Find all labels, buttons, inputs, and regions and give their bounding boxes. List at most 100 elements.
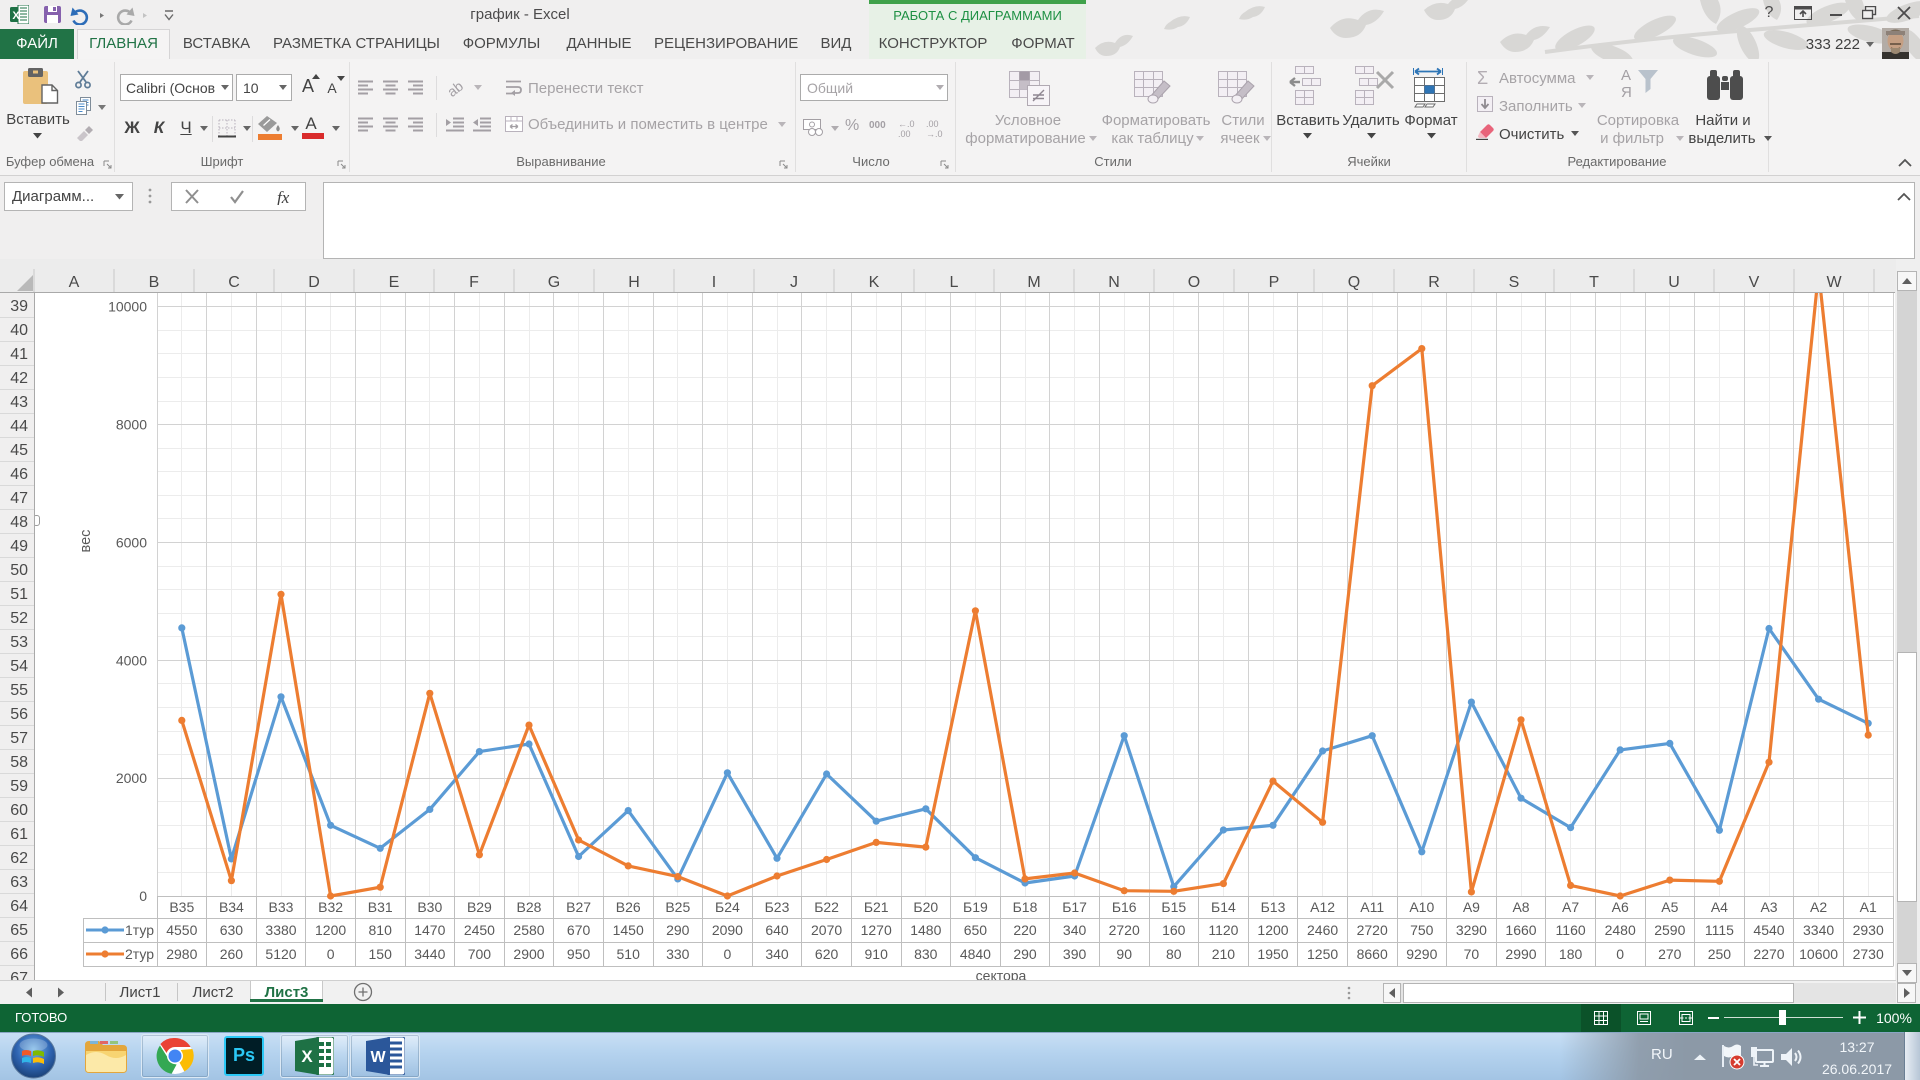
- svg-text:А5: А5: [1661, 899, 1678, 915]
- svg-text:210: 210: [1212, 946, 1236, 962]
- svg-text:L: L: [950, 274, 959, 291]
- svg-text:44: 44: [10, 418, 28, 435]
- svg-text:1480: 1480: [910, 922, 941, 938]
- svg-text:F: F: [469, 274, 479, 291]
- svg-text:9290: 9290: [1406, 946, 1437, 962]
- svg-text:62: 62: [10, 850, 28, 867]
- svg-text:2720: 2720: [1357, 922, 1388, 938]
- svg-text:51: 51: [10, 586, 28, 603]
- svg-text:61: 61: [10, 826, 28, 843]
- svg-text:А4: А4: [1711, 899, 1728, 915]
- svg-text:66: 66: [10, 946, 28, 963]
- svg-text:340: 340: [765, 946, 789, 962]
- svg-text:А2: А2: [1810, 899, 1827, 915]
- svg-text:2720: 2720: [1109, 922, 1140, 938]
- svg-text:1470: 1470: [414, 922, 445, 938]
- svg-text:В30: В30: [417, 899, 442, 915]
- svg-text:Б16: Б16: [1112, 899, 1137, 915]
- svg-text:43: 43: [10, 394, 28, 411]
- svg-text:10600: 10600: [1799, 946, 1838, 962]
- svg-text:630: 630: [220, 922, 244, 938]
- svg-text:В25: В25: [665, 899, 690, 915]
- svg-text:Б15: Б15: [1161, 899, 1186, 915]
- svg-text:3290: 3290: [1456, 922, 1487, 938]
- svg-text:Б14: Б14: [1211, 899, 1236, 915]
- svg-text:60: 60: [10, 802, 28, 819]
- svg-text:А7: А7: [1562, 899, 1579, 915]
- svg-text:А6: А6: [1612, 899, 1629, 915]
- svg-text:V: V: [1749, 274, 1760, 291]
- svg-text:45: 45: [10, 442, 28, 459]
- svg-text:Б18: Б18: [1013, 899, 1038, 915]
- svg-text:290: 290: [1013, 946, 1037, 962]
- svg-text:0: 0: [139, 888, 147, 904]
- svg-text:K: K: [869, 274, 880, 291]
- svg-text:39: 39: [10, 298, 28, 315]
- svg-text:Б22: Б22: [814, 899, 839, 915]
- svg-text:54: 54: [10, 658, 28, 675]
- svg-text:90: 90: [1116, 946, 1132, 962]
- svg-text:270: 270: [1658, 946, 1682, 962]
- svg-text:4540: 4540: [1753, 922, 1784, 938]
- svg-text:2тур: 2тур: [125, 946, 154, 962]
- svg-text:10000: 10000: [108, 299, 147, 315]
- svg-text:58: 58: [10, 754, 28, 771]
- svg-text:E: E: [389, 274, 400, 291]
- svg-text:1115: 1115: [1705, 922, 1734, 938]
- svg-text:750: 750: [1410, 922, 1434, 938]
- svg-text:670: 670: [567, 922, 591, 938]
- svg-text:В31: В31: [368, 899, 393, 915]
- svg-text:1200: 1200: [1257, 922, 1288, 938]
- svg-text:В26: В26: [616, 899, 641, 915]
- svg-text:810: 810: [369, 922, 393, 938]
- svg-text:0: 0: [327, 946, 335, 962]
- svg-text:2590: 2590: [1654, 922, 1685, 938]
- svg-text:В33: В33: [269, 899, 294, 915]
- svg-text:Б17: Б17: [1062, 899, 1087, 915]
- svg-text:Б24: Б24: [715, 899, 740, 915]
- svg-text:46: 46: [10, 466, 28, 483]
- svg-text:1120: 1120: [1208, 922, 1238, 938]
- svg-text:2580: 2580: [513, 922, 544, 938]
- svg-text:A: A: [69, 274, 80, 291]
- svg-text:Б21: Б21: [864, 899, 889, 915]
- svg-text:C: C: [228, 274, 240, 291]
- svg-text:2460: 2460: [1307, 922, 1338, 938]
- svg-text:48: 48: [10, 514, 28, 531]
- svg-text:4550: 4550: [166, 922, 197, 938]
- svg-text:В32: В32: [318, 899, 343, 915]
- svg-text:160: 160: [1162, 922, 1186, 938]
- svg-text:70: 70: [1464, 946, 1480, 962]
- svg-text:W: W: [1826, 274, 1842, 291]
- svg-text:950: 950: [567, 946, 591, 962]
- svg-text:0: 0: [1616, 946, 1624, 962]
- svg-text:1950: 1950: [1257, 946, 1288, 962]
- svg-text:830: 830: [914, 946, 938, 962]
- svg-text:4000: 4000: [116, 652, 147, 668]
- svg-text:50: 50: [10, 562, 28, 579]
- svg-text:1450: 1450: [613, 922, 644, 938]
- svg-text:B: B: [149, 274, 160, 291]
- svg-text:1160: 1160: [1556, 922, 1586, 938]
- svg-text:2070: 2070: [811, 922, 842, 938]
- svg-text:220: 220: [1013, 922, 1037, 938]
- svg-text:вес: вес: [78, 530, 94, 553]
- svg-text:G: G: [548, 274, 560, 291]
- svg-text:260: 260: [220, 946, 244, 962]
- svg-text:1660: 1660: [1505, 922, 1536, 938]
- svg-text:А11: А11: [1360, 899, 1384, 915]
- svg-text:650: 650: [964, 922, 988, 938]
- svg-text:1270: 1270: [861, 922, 892, 938]
- svg-text:8000: 8000: [116, 417, 147, 433]
- svg-text:N: N: [1108, 274, 1120, 291]
- svg-text:55: 55: [10, 682, 28, 699]
- svg-text:А3: А3: [1760, 899, 1777, 915]
- svg-text:2000: 2000: [116, 770, 147, 786]
- svg-text:40: 40: [10, 322, 28, 339]
- svg-text:53: 53: [10, 634, 28, 651]
- svg-text:В28: В28: [517, 899, 542, 915]
- svg-text:52: 52: [10, 610, 28, 627]
- svg-text:3380: 3380: [265, 922, 296, 938]
- svg-text:910: 910: [865, 946, 889, 962]
- svg-text:620: 620: [815, 946, 839, 962]
